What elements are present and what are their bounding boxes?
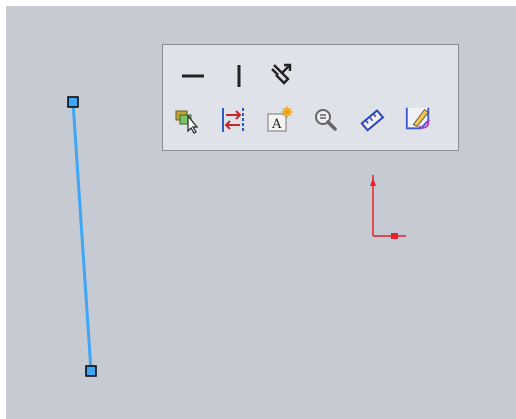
vertical-relation-button[interactable] (225, 62, 253, 90)
edit-sketch-icon (405, 107, 430, 130)
smart-dimension-button[interactable] (358, 106, 386, 134)
select-other-button[interactable] (173, 106, 201, 134)
text-button[interactable]: A (265, 106, 293, 134)
text-icon: A (267, 106, 293, 132)
smart-dimension-icon (360, 109, 385, 132)
edit-sketch-button[interactable] (404, 104, 432, 132)
horizontal-relation-button[interactable] (179, 62, 207, 90)
context-toolbar: A (162, 44, 459, 151)
zoom-to-selection-button[interactable] (312, 106, 340, 134)
svg-text:A: A (271, 117, 282, 132)
zoom-to-selection-icon (315, 109, 337, 131)
mirror-entities-icon (222, 108, 244, 132)
fix-relation-button[interactable] (267, 60, 295, 88)
select-other-icon (175, 110, 199, 134)
sketch-line[interactable] (71, 100, 93, 373)
vertical-relation-icon (237, 65, 241, 87)
mirror-entities-button[interactable] (219, 106, 247, 134)
sketch-endpoint-bottom[interactable] (85, 365, 97, 377)
fix-relation-icon (271, 63, 292, 85)
horizontal-relation-icon (182, 74, 204, 78)
sketch-endpoint-top[interactable] (67, 96, 79, 108)
sketch-origin-icon[interactable] (370, 175, 406, 239)
